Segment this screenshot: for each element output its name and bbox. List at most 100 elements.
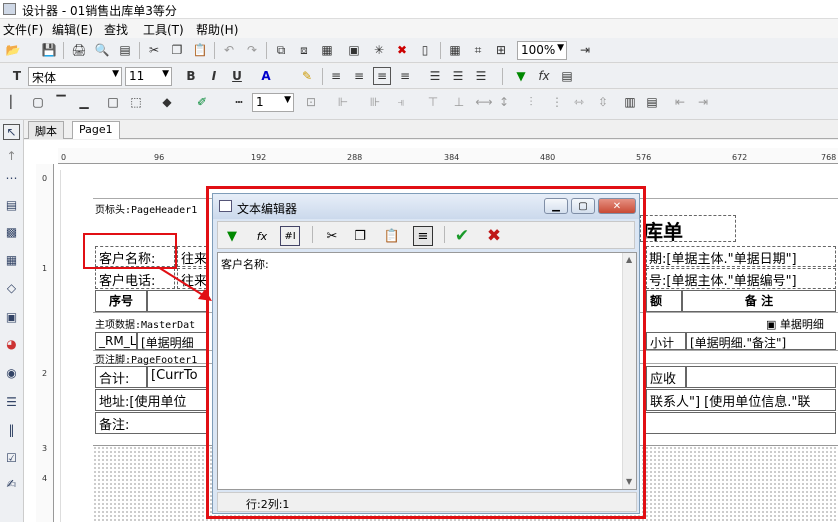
maximize-button[interactable]: ▢ — [571, 198, 595, 214]
total-label[interactable]: 合计: — [95, 366, 147, 388]
space-h-icon[interactable]: ⟷ — [475, 93, 493, 111]
undo-icon[interactable]: ↶ — [220, 41, 238, 59]
ok-icon[interactable]: ✔ — [452, 226, 472, 246]
paste-icon[interactable]: 📋 — [191, 41, 209, 59]
edit-band-icon[interactable]: ▣ — [345, 41, 363, 59]
justify-icon[interactable]: ≡ — [396, 67, 414, 85]
subreport-icon[interactable]: ▦ — [3, 252, 20, 268]
size-h-icon[interactable]: ⇿ — [570, 93, 588, 111]
notes-label[interactable]: 备注: — [95, 412, 207, 434]
align-right-icon[interactable]: ≡ — [373, 67, 391, 85]
line-style-icon[interactable]: ┅ — [230, 93, 248, 111]
zoom-select[interactable]: 100% ▼ — [517, 41, 567, 60]
move-left-icon[interactable]: ⇤ — [671, 93, 689, 111]
band-icon[interactable]: ⋯ — [3, 170, 20, 186]
valign-bottom-icon[interactable]: ☰ — [472, 67, 490, 85]
col-header-seq[interactable]: 序号 — [95, 290, 147, 312]
contact-field[interactable]: 联系人"] [使用单位信息."联 — [646, 389, 836, 411]
line-width-select[interactable]: 1 ▼ — [252, 93, 294, 112]
select-all-icon[interactable]: ▦ — [318, 41, 336, 59]
insert-field-icon[interactable]: ▼ — [512, 67, 530, 85]
menu-find[interactable]: 查找 — [104, 21, 128, 38]
bold-icon[interactable]: B — [182, 67, 200, 85]
address-field[interactable]: 地址:[使用单位 — [95, 389, 207, 411]
richtext-icon[interactable]: ▣ — [3, 309, 20, 325]
frame-bottom-icon[interactable]: ▁ — [75, 93, 93, 111]
close-button[interactable]: ✕ — [598, 198, 636, 214]
menu-help[interactable]: 帮助(H) — [196, 21, 238, 38]
space-v-icon[interactable]: ↕ — [495, 93, 513, 111]
text-editor-area[interactable]: 客户名称: ▲ ▼ — [217, 252, 637, 490]
fit-grid-icon[interactable]: ⊞ — [492, 41, 510, 59]
minimize-button[interactable]: ▁ — [544, 198, 568, 214]
rm-line-field[interactable]: _RM_Line — [95, 332, 137, 350]
font-name-select[interactable]: 宋体 ▼ — [28, 67, 122, 86]
memo-icon[interactable]: ▤ — [558, 67, 576, 85]
underline-icon[interactable]: U — [228, 67, 246, 85]
customer-name-field[interactable]: 往来 — [177, 246, 207, 267]
menu-tools[interactable]: 工具(T) — [143, 21, 184, 38]
cut-icon[interactable]: ✂ — [322, 226, 342, 246]
cut-icon[interactable]: ✂ — [145, 41, 163, 59]
frame-left-icon[interactable]: ▏ — [6, 93, 24, 111]
move-right-icon[interactable]: ⇥ — [694, 93, 712, 111]
center-h-icon[interactable]: ⫶ — [522, 93, 540, 111]
vertical-scrollbar[interactable]: ▲ ▼ — [622, 253, 636, 489]
dialog-title-bar[interactable]: 文本编辑器 ▁ ▢ ✕ — [213, 194, 639, 219]
preview-icon[interactable]: 🔍 — [93, 41, 111, 59]
col-header-amount[interactable]: 额 — [646, 290, 682, 312]
frame-right-icon[interactable]: ▢ — [29, 93, 47, 111]
remark-field[interactable]: [单据明细."备注"] — [686, 332, 836, 350]
send-back-icon[interactable]: ⧈ — [295, 41, 313, 59]
exit-icon[interactable]: ⇥ — [576, 41, 594, 59]
detail-field[interactable]: [单据明细 — [137, 332, 207, 350]
align-hcenter-icon[interactable]: ⊪ — [366, 93, 384, 111]
grid-icon[interactable]: ▦ — [446, 41, 464, 59]
report-title[interactable]: 库单 — [640, 215, 736, 242]
highlight-icon[interactable]: ✎ — [298, 67, 316, 85]
word-wrap-icon[interactable]: ≡ — [413, 226, 433, 246]
ole-icon[interactable]: ◉ — [3, 365, 20, 381]
select-cursor-icon[interactable]: ↖ — [3, 124, 20, 140]
date-field[interactable]: 期:[单据主体."单据日期"] — [646, 246, 836, 267]
picture-object-icon[interactable]: ▩ — [3, 224, 20, 240]
align-vcenter-icon[interactable]: ⊥ — [450, 93, 468, 111]
delete-page-icon[interactable]: ✖ — [393, 41, 411, 59]
paste-icon[interactable]: 📋 — [382, 226, 402, 246]
chart-icon[interactable]: ◕ — [3, 336, 20, 352]
scroll-down-arrow-icon[interactable]: ▼ — [626, 477, 632, 486]
cancel-icon[interactable]: ✖ — [484, 226, 504, 246]
receivable-field[interactable] — [686, 366, 836, 388]
menu-file[interactable]: 文件(F) — [3, 21, 43, 38]
size-v-icon[interactable]: ⇳ — [594, 93, 612, 111]
valign-middle-icon[interactable]: ☰ — [449, 67, 467, 85]
page-setup-icon[interactable]: ▤ — [116, 41, 134, 59]
print-icon[interactable]: 🖨 — [70, 41, 88, 59]
valign-top-icon[interactable]: ☰ — [426, 67, 444, 85]
tab-page1[interactable]: Page1 — [72, 121, 120, 139]
memo-object-icon[interactable]: ▤ — [3, 197, 20, 213]
notes-field[interactable] — [646, 412, 836, 434]
italic-icon[interactable]: I — [205, 67, 223, 85]
receivable-label[interactable]: 应收 — [646, 366, 686, 388]
subtotal-field[interactable]: 小计 — [646, 332, 686, 350]
align-center-icon[interactable]: ≡ — [350, 67, 368, 85]
frame-all-icon[interactable]: □ — [104, 93, 122, 111]
frame-none-icon[interactable]: ⬚ — [127, 93, 145, 111]
width-equal-icon[interactable]: ▥ — [621, 93, 639, 111]
open-icon[interactable]: 📂 — [4, 41, 22, 59]
align-lefts-icon[interactable]: ⊩ — [334, 93, 352, 111]
tab-script[interactable]: 脚本 — [28, 121, 64, 139]
number-field[interactable]: 号:[单据主体."单据编号"] — [646, 268, 836, 289]
font-size-select[interactable]: 11 ▼ — [125, 67, 172, 86]
cross-icon[interactable]: ☰ — [3, 394, 20, 410]
height-equal-icon[interactable]: ▤ — [643, 93, 661, 111]
align-rights-icon[interactable]: ⫣ — [392, 93, 410, 111]
save-icon[interactable]: 💾 — [40, 41, 58, 59]
shadow-icon[interactable]: ⊡ — [302, 93, 320, 111]
insert-db-field-icon[interactable]: ▼ — [222, 226, 242, 246]
insert-function-icon[interactable]: fx — [252, 226, 272, 246]
total-field[interactable]: [CurrTo — [147, 366, 207, 388]
shape-icon[interactable]: ◇ — [3, 280, 20, 296]
scroll-up-arrow-icon[interactable]: ▲ — [626, 255, 632, 264]
